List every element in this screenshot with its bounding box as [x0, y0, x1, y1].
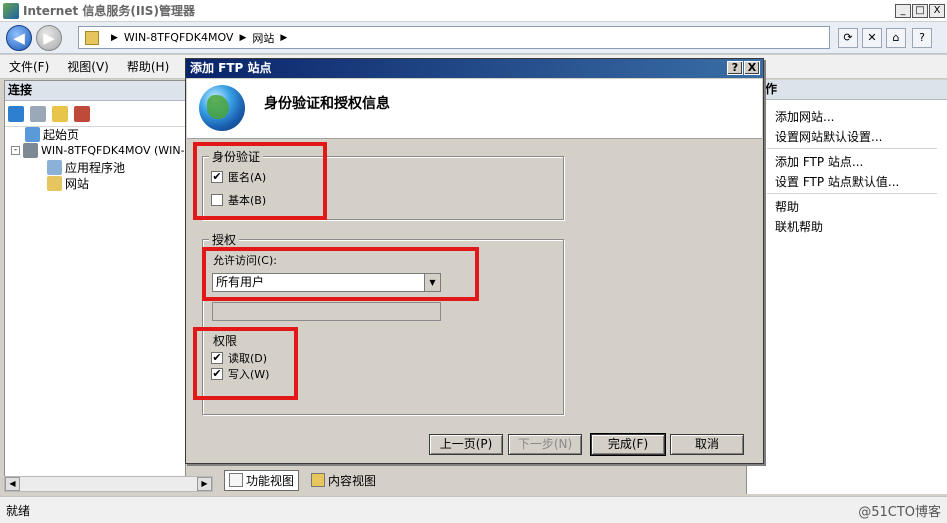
forward-button[interactable]: ▶ [36, 25, 62, 51]
users-field [212, 302, 441, 321]
stop-icon[interactable]: ✕ [862, 28, 882, 48]
start-page-icon [25, 127, 40, 142]
dialog-heading: 身份验证和授权信息 [264, 96, 390, 112]
minimize-button[interactable]: _ [895, 4, 911, 18]
actions-panel: 作 添加网站... 设置网站默认设置... 添加 FTP 站点... 设置 FT… [746, 80, 947, 494]
tab-content-view[interactable]: 内容视图 [307, 471, 380, 490]
next-button[interactable]: 下一步(N) [508, 434, 582, 455]
breadcrumb-sites[interactable]: 网站 [252, 30, 274, 46]
dialog-header: 身份验证和授权信息 [187, 79, 762, 139]
connect-icon[interactable] [8, 105, 24, 122]
dialog-title: 添加 FTP 站点 [190, 61, 272, 75]
menu-view[interactable]: 视图(V) [58, 58, 118, 75]
tree-item-label: 网站 [65, 177, 90, 191]
action-online-help[interactable]: 联机帮助 [775, 218, 823, 235]
address-toolbar: ◀ ▶ ▶ WIN-8TFQFDK4MOV ▶ 网站 ▶ ⟳ ✕ ⌂ ? [0, 22, 947, 54]
finish-button[interactable]: 完成(F) [590, 433, 666, 456]
dialog-close-button[interactable]: X [744, 61, 760, 75]
globe-icon [199, 85, 245, 131]
refresh-icon[interactable]: ⟳ [838, 28, 858, 48]
tree-item-app-pools[interactable]: 应用程序池 [47, 159, 125, 176]
action-add-site[interactable]: 添加网站... [775, 108, 834, 125]
authorization-legend: 授权 [209, 231, 240, 248]
highlight-authentication [193, 142, 327, 220]
highlight-permissions [193, 327, 298, 400]
breadcrumb-separator: ▶ [239, 32, 247, 43]
save-icon[interactable] [30, 105, 46, 122]
up-folder-icon[interactable] [52, 105, 68, 122]
action-site-defaults[interactable]: 设置网站默认设置... [775, 128, 882, 145]
connections-toolbar [5, 101, 185, 127]
scroll-right-icon[interactable]: ▶ [197, 477, 212, 491]
forward-arrow-icon: ▶ [43, 29, 55, 47]
menu-file[interactable]: 文件(F) [0, 58, 58, 75]
tab-label: 内容视图 [328, 473, 377, 488]
watermark: @51CTO博客 [858, 504, 941, 520]
app-pool-icon [47, 160, 62, 175]
tree-item-label: WIN-8TFQFDK4MOV (WIN-8T [41, 144, 199, 157]
iis-app-icon [3, 2, 19, 19]
connections-header: 连接 [5, 81, 185, 101]
action-add-ftp-site[interactable]: 添加 FTP 站点... [775, 153, 863, 170]
breadcrumb-server[interactable]: WIN-8TFQFDK4MOV [124, 31, 234, 44]
breadcrumb-separator: ▶ [280, 32, 288, 43]
close-button[interactable]: X [929, 4, 945, 18]
actions-header: 作 [747, 80, 947, 100]
highlight-allow-access [202, 247, 479, 301]
content-view-icon [311, 473, 326, 487]
status-text: 就绪 [6, 503, 31, 518]
scroll-left-icon[interactable]: ◀ [5, 477, 20, 491]
previous-button[interactable]: 上一页(P) [429, 434, 503, 455]
collapse-toggle-icon[interactable]: - [11, 146, 20, 155]
back-arrow-icon: ◀ [13, 29, 25, 47]
server-icon [23, 143, 38, 158]
home-icon[interactable]: ⌂ [886, 28, 906, 48]
action-ftp-defaults[interactable]: 设置 FTP 站点默认值... [775, 173, 899, 190]
disconnect-icon[interactable] [74, 105, 90, 122]
maximize-button[interactable]: □ [912, 4, 928, 18]
dialog-titlebar: 添加 FTP 站点 [186, 59, 763, 78]
sites-folder-icon [47, 176, 62, 191]
window-title: Internet 信息服务(IIS)管理器 [23, 4, 195, 18]
tree-item-server[interactable]: - WIN-8TFQFDK4MOV (WIN-8T [11, 143, 198, 158]
site-folder-icon [85, 30, 99, 45]
view-tabs: 功能视图 内容视图 [218, 468, 746, 492]
dialog-help-button[interactable]: ? [727, 61, 743, 75]
divider [767, 193, 937, 194]
action-help[interactable]: 帮助 [775, 198, 799, 215]
tree-item-start-page[interactable]: 起始页 [25, 126, 79, 143]
tree-item-sites[interactable]: 网站 [47, 175, 89, 192]
address-field[interactable]: ▶ WIN-8TFQFDK4MOV ▶ 网站 ▶ [78, 26, 830, 49]
connections-scrollbar[interactable]: ◀ ▶ [4, 476, 213, 492]
tab-label: 功能视图 [246, 473, 295, 488]
connections-panel: 连接 起始页 - WIN-8TFQFDK4MOV (WIN-8T 应用程序池 网… [4, 80, 198, 492]
tree-item-label: 应用程序池 [65, 161, 126, 175]
add-ftp-site-dialog: 添加 FTP 站点 ? X 身份验证和授权信息 身份验证 ✔ 匿名(A) 基本(… [185, 58, 764, 464]
back-button[interactable]: ◀ [6, 25, 32, 51]
cancel-button[interactable]: 取消 [670, 434, 744, 455]
divider [767, 148, 937, 149]
window-titlebar: Internet 信息服务(IIS)管理器 _ □ X [0, 0, 947, 22]
menu-help[interactable]: 帮助(H) [118, 58, 178, 75]
help-icon[interactable]: ? [912, 28, 932, 48]
status-bar: 就绪 @51CTO博客 [0, 496, 947, 523]
tree-item-label: 起始页 [43, 128, 80, 142]
breadcrumb-separator: ▶ [111, 32, 118, 43]
features-view-icon [229, 473, 243, 487]
tab-features-view[interactable]: 功能视图 [224, 469, 300, 491]
